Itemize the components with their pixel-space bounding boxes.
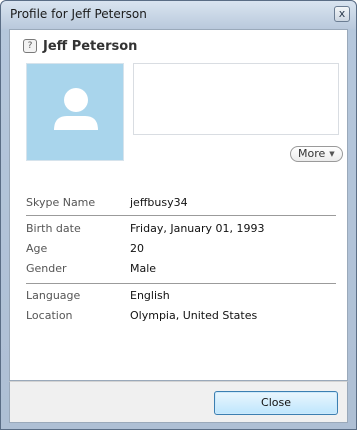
- language-value: English: [130, 289, 170, 302]
- location-value: Olympia, United States: [130, 309, 258, 322]
- info-row-location: Location Olympia, United States: [26, 307, 346, 325]
- birth-date-value: Friday, January 01, 1993: [130, 222, 265, 235]
- info-row-skype-name: Skype Name jeffbusy34: [26, 194, 346, 212]
- dialog-footer: Close: [9, 381, 348, 423]
- default-avatar-icon: [54, 88, 98, 130]
- skype-name-value: jeffbusy34: [130, 196, 188, 209]
- info-row-age: Age 20: [26, 240, 346, 258]
- age-value: 20: [130, 242, 144, 255]
- language-label: Language: [26, 289, 81, 302]
- avatar: [26, 63, 124, 161]
- gender-label: Gender: [26, 262, 67, 275]
- close-button[interactable]: Close: [214, 391, 338, 415]
- profile-window: Profile for Jeff Peterson x ? Jeff Peter…: [0, 0, 357, 430]
- divider: [26, 283, 336, 284]
- divider: [26, 215, 336, 216]
- more-button[interactable]: More ▼: [290, 146, 343, 162]
- profile-header: ? Jeff Peterson: [23, 37, 137, 55]
- age-label: Age: [26, 242, 48, 255]
- profile-name: Jeff Peterson: [43, 38, 138, 54]
- mood-message-box: [133, 63, 339, 135]
- info-row-gender: Gender Male: [26, 260, 346, 278]
- window-title: Profile for Jeff Peterson: [10, 7, 147, 21]
- info-row-language: Language English: [26, 287, 346, 305]
- profile-content: ? Jeff Peterson More ▼ Skype Name jeffbu…: [9, 29, 348, 381]
- skype-name-label: Skype Name: [26, 196, 96, 209]
- window-close-icon[interactable]: x: [334, 6, 350, 22]
- caret-down-icon: ▼: [329, 150, 335, 158]
- info-row-birth-date: Birth date Friday, January 01, 1993: [26, 220, 346, 238]
- question-status-icon: ?: [23, 39, 37, 53]
- title-bar[interactable]: Profile for Jeff Peterson x: [1, 1, 356, 29]
- more-button-label: More: [298, 147, 326, 160]
- birth-date-label: Birth date: [26, 222, 81, 235]
- gender-value: Male: [130, 262, 157, 275]
- location-label: Location: [26, 309, 73, 322]
